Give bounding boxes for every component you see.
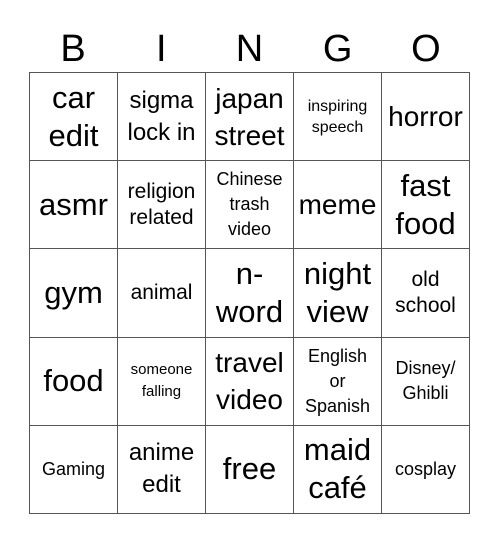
cell-label: night view [303, 255, 372, 329]
cell-label: cosplay [394, 458, 457, 479]
bingo-cell[interactable]: gym [30, 249, 118, 338]
bingo-cell[interactable]: Chinese trash video [206, 161, 294, 250]
bingo-cell[interactable]: English or Spanish [294, 337, 382, 426]
cell-label: inspiring speech [307, 97, 368, 136]
bingo-cell[interactable]: animal [118, 249, 206, 338]
header-letter-g: G [322, 28, 353, 70]
cell-label: food [43, 363, 104, 399]
cell-label: Chinese trash video [216, 169, 283, 240]
bingo-cell[interactable]: Disney/ Ghibli [382, 337, 470, 426]
cell-label: asmr [39, 186, 108, 222]
bingo-cell[interactable]: fast food [382, 161, 470, 250]
bingo-cell[interactable]: inspiring speech [294, 73, 382, 162]
bingo-cell[interactable]: car edit [30, 73, 118, 162]
bingo-cell[interactable]: n- word [206, 249, 294, 338]
bingo-cell[interactable]: night view [294, 249, 382, 338]
bingo-cell[interactable]: someone falling [118, 337, 206, 426]
cell-label: Disney/ Ghibli [395, 358, 456, 404]
cell-label: n- word [215, 255, 284, 329]
cell-label: animal [130, 280, 193, 304]
bingo-cell[interactable]: religion related [118, 161, 206, 250]
cell-label: Gaming [41, 458, 106, 479]
bingo-cell[interactable]: asmr [30, 161, 118, 250]
bingo-cell[interactable]: travel video [206, 337, 294, 426]
cell-label: horror [388, 101, 463, 133]
cell-label: anime edit [128, 439, 195, 499]
cell-label: japan street [214, 82, 285, 151]
cell-label: free [222, 451, 277, 487]
cell-label: travel video [215, 347, 284, 416]
bingo-cell[interactable]: japan street [206, 73, 294, 162]
cell-label: old school [395, 267, 456, 317]
bingo-cell[interactable]: food [30, 337, 118, 426]
cell-label: English or Spanish [304, 345, 371, 416]
header-letter-o: O [411, 28, 441, 70]
bingo-cell[interactable]: horror [382, 73, 470, 162]
cell-label: gym [44, 274, 103, 310]
bingo-cell[interactable]: Gaming [30, 425, 118, 514]
cell-label: fast food [395, 167, 456, 241]
header-letter-n: N [235, 28, 264, 70]
bingo-grid: car edit sigma lock in japan street insp… [29, 72, 470, 514]
header-letter-b: B [60, 28, 86, 70]
header-letter-i: I [156, 28, 167, 70]
cell-label: maid café [303, 432, 372, 506]
bingo-cell[interactable]: sigma lock in [118, 73, 206, 162]
cell-label: religion related [127, 179, 196, 229]
cell-label: someone falling [130, 361, 193, 401]
bingo-cell[interactable]: anime edit [118, 425, 206, 514]
bingo-cell[interactable]: maid café [294, 425, 382, 514]
bingo-cell[interactable]: cosplay [382, 425, 470, 514]
bingo-cell[interactable]: meme [294, 161, 382, 250]
bingo-cell[interactable]: old school [382, 249, 470, 338]
cell-label: sigma lock in [127, 86, 196, 146]
cell-label: meme [298, 189, 377, 221]
bingo-cell[interactable]: free [206, 425, 294, 514]
cell-label: car edit [48, 79, 99, 153]
bingo-header: B I N G O [29, 26, 470, 72]
